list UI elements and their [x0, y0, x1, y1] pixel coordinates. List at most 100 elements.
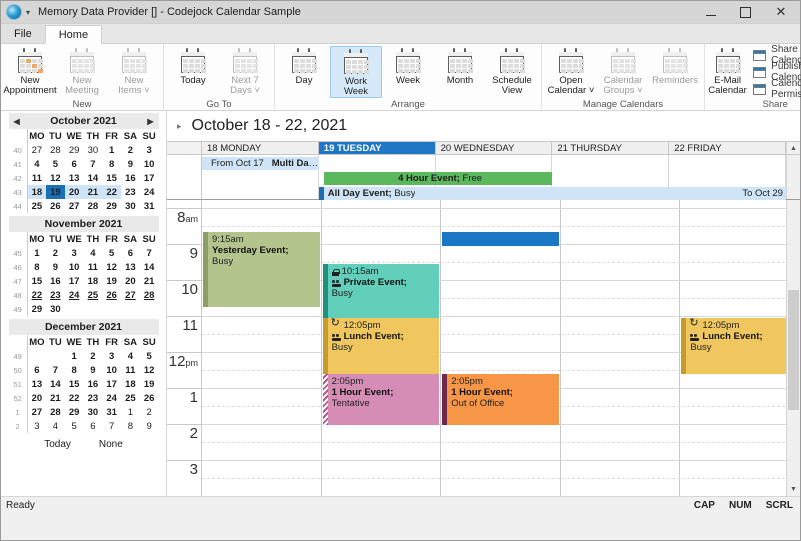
- event-private-event[interactable]: 10:15amPrivate Event;Busy: [323, 264, 440, 319]
- ribbon-button-day[interactable]: Day: [278, 46, 330, 86]
- mini-calendar-day[interactable]: 28: [46, 405, 65, 419]
- mini-calendar-day[interactable]: 24: [65, 288, 84, 302]
- scrollbar-thumb[interactable]: [788, 290, 799, 410]
- all-day-event-four-hour-event[interactable]: 4 Hour Event; Free: [319, 172, 553, 185]
- mini-calendar-day[interactable]: 30: [46, 302, 65, 316]
- mini-calendar-day[interactable]: 3: [102, 349, 121, 363]
- mini-calendar-day[interactable]: 20: [27, 391, 46, 405]
- none-button[interactable]: None: [99, 439, 123, 450]
- mini-calendar-day[interactable]: 23: [46, 288, 65, 302]
- today-button[interactable]: Today: [44, 439, 71, 450]
- mini-calendar-day[interactable]: 27: [121, 288, 140, 302]
- mini-calendar-day[interactable]: 27: [27, 143, 46, 157]
- mini-calendar-day[interactable]: 3: [140, 143, 159, 157]
- mini-calendar-day[interactable]: 12: [102, 260, 121, 274]
- mini-calendar-day[interactable]: 4: [121, 349, 140, 363]
- mini-calendar-day[interactable]: 17: [65, 274, 84, 288]
- ribbon-button-e-mail-calendar[interactable]: E-MailCalendar: [708, 46, 747, 96]
- mini-calendar-day[interactable]: 2: [46, 246, 65, 260]
- mini-calendar-day[interactable]: 8: [121, 419, 140, 433]
- mini-calendar-day[interactable]: 30: [121, 199, 140, 213]
- expand-arrow-icon[interactable]: ▸: [177, 121, 182, 132]
- ribbon-button-calendar-groups[interactable]: CalendarGroups ˅: [597, 46, 649, 96]
- mini-calendar-day[interactable]: 19: [140, 377, 159, 391]
- mini-calendar-day[interactable]: 7: [84, 157, 103, 171]
- mini-calendar-day[interactable]: 10: [65, 260, 84, 274]
- mini-calendar-day[interactable]: 28: [46, 143, 65, 157]
- mini-calendar-day[interactable]: 25: [84, 288, 103, 302]
- mini-calendar-day[interactable]: 1: [27, 246, 46, 260]
- mini-calendar-day[interactable]: 25: [27, 199, 46, 213]
- day-header-thursday[interactable]: 21 THURSDAY: [552, 142, 669, 154]
- all-day-grid[interactable]: From Oct 17 Multi Day Event; Free4 Hour …: [202, 155, 786, 199]
- mini-calendar-day[interactable]: 26: [140, 391, 159, 405]
- all-day-event-all-day-event[interactable]: All Day Event; BusyTo Oct 29: [319, 187, 786, 200]
- mini-calendar-day[interactable]: 15: [102, 171, 121, 185]
- mini-calendar-day[interactable]: 18: [27, 185, 46, 199]
- mini-calendar-day[interactable]: 10: [102, 363, 121, 377]
- mini-calendar-day[interactable]: 14: [46, 377, 65, 391]
- mini-calendar-day[interactable]: 10: [140, 157, 159, 171]
- mini-calendar-day[interactable]: 27: [65, 199, 84, 213]
- mini-calendar-day[interactable]: 11: [84, 260, 103, 274]
- mini-calendar-day[interactable]: 8: [65, 363, 84, 377]
- mini-calendar-day[interactable]: 7: [140, 246, 159, 260]
- event-one-hour-event-out-of-office[interactable]: 2:05pm1 Hour Event;Out of Office: [442, 374, 559, 425]
- mini-calendar-day[interactable]: 13: [121, 260, 140, 274]
- mini-calendar-day[interactable]: 13: [65, 171, 84, 185]
- mini-calendar-day[interactable]: 23: [84, 391, 103, 405]
- mini-calendar-day[interactable]: 5: [102, 246, 121, 260]
- mini-calendar-day[interactable]: 2: [140, 405, 159, 419]
- mini-calendar-day[interactable]: 7: [102, 419, 121, 433]
- mini-calendar-day[interactable]: 29: [65, 405, 84, 419]
- mini-calendar-day[interactable]: 28: [84, 199, 103, 213]
- event-lunch-event-friday[interactable]: 12:05pmLunch Event;Busy: [681, 318, 798, 374]
- tab-file[interactable]: File: [1, 24, 45, 43]
- mini-calendar-day[interactable]: 19: [46, 185, 65, 199]
- event-lunch-event-tuesday[interactable]: 12:05pmLunch Event;Busy: [323, 318, 440, 374]
- ribbon-button-reminders[interactable]: Reminders: [649, 46, 701, 86]
- mini-calendar-day[interactable]: 17: [140, 171, 159, 185]
- mini-calendar-day[interactable]: 22: [65, 391, 84, 405]
- mini-calendar-day[interactable]: 6: [84, 419, 103, 433]
- ribbon-button-month[interactable]: Month: [434, 46, 486, 86]
- mini-calendar-day[interactable]: 29: [102, 199, 121, 213]
- mini-calendar-prev-icon[interactable]: ◀: [14, 117, 20, 126]
- mini-calendar-day[interactable]: 9: [46, 260, 65, 274]
- mini-calendar-day[interactable]: 1: [65, 349, 84, 363]
- mini-calendar-day[interactable]: 12: [46, 171, 65, 185]
- vertical-scrollbar[interactable]: ▼: [786, 200, 800, 496]
- mini-calendar-day[interactable]: 22: [27, 288, 46, 302]
- mini-calendar-day[interactable]: 14: [140, 260, 159, 274]
- mini-calendar-day[interactable]: 29: [27, 302, 46, 316]
- mini-calendar-day[interactable]: 20: [121, 274, 140, 288]
- all-day-event-multi-day-event[interactable]: From Oct 17 Multi Day Event; Free: [202, 157, 319, 170]
- mini-calendar-day[interactable]: 26: [46, 199, 65, 213]
- mini-calendar-day[interactable]: 29: [65, 143, 84, 157]
- maximize-button[interactable]: [728, 1, 762, 24]
- mini-calendar-day[interactable]: 25: [121, 391, 140, 405]
- mini-calendar-day[interactable]: 8: [102, 157, 121, 171]
- mini-calendar-day[interactable]: 16: [84, 377, 103, 391]
- mini-calendar-day[interactable]: 31: [140, 199, 159, 213]
- tab-home[interactable]: Home: [45, 25, 102, 44]
- mini-calendar-day[interactable]: 16: [46, 274, 65, 288]
- mini-calendar-day[interactable]: 21: [140, 274, 159, 288]
- day-grid[interactable]: 9:15amYesterday Event;Busy10:15amPrivate…: [202, 200, 800, 496]
- mini-calendar-day[interactable]: 22: [102, 185, 121, 199]
- mini-calendar-day[interactable]: 11: [121, 363, 140, 377]
- quick-access-toolbar-dropdown-icon[interactable]: ▾: [26, 8, 30, 17]
- mini-calendar-day[interactable]: 21: [84, 185, 103, 199]
- ribbon-item-calendar-permissions[interactable]: Calendar Permissions: [749, 81, 801, 98]
- mini-calendar-day[interactable]: 2: [84, 349, 103, 363]
- day-header-wednesday[interactable]: 20 WEDNESDAY: [436, 142, 553, 154]
- mini-calendar-day[interactable]: 8: [27, 260, 46, 274]
- mini-calendar-day[interactable]: 14: [84, 171, 103, 185]
- mini-calendar-day[interactable]: 26: [102, 288, 121, 302]
- event-selected-slot-wednesday[interactable]: [442, 232, 559, 246]
- mini-calendar-day[interactable]: 27: [27, 405, 46, 419]
- mini-calendar-day[interactable]: 6: [27, 363, 46, 377]
- mini-calendar-day[interactable]: 6: [65, 157, 84, 171]
- ribbon-button-next-7-days[interactable]: Next 7Days ˅: [219, 46, 271, 96]
- mini-calendar-day[interactable]: 21: [46, 391, 65, 405]
